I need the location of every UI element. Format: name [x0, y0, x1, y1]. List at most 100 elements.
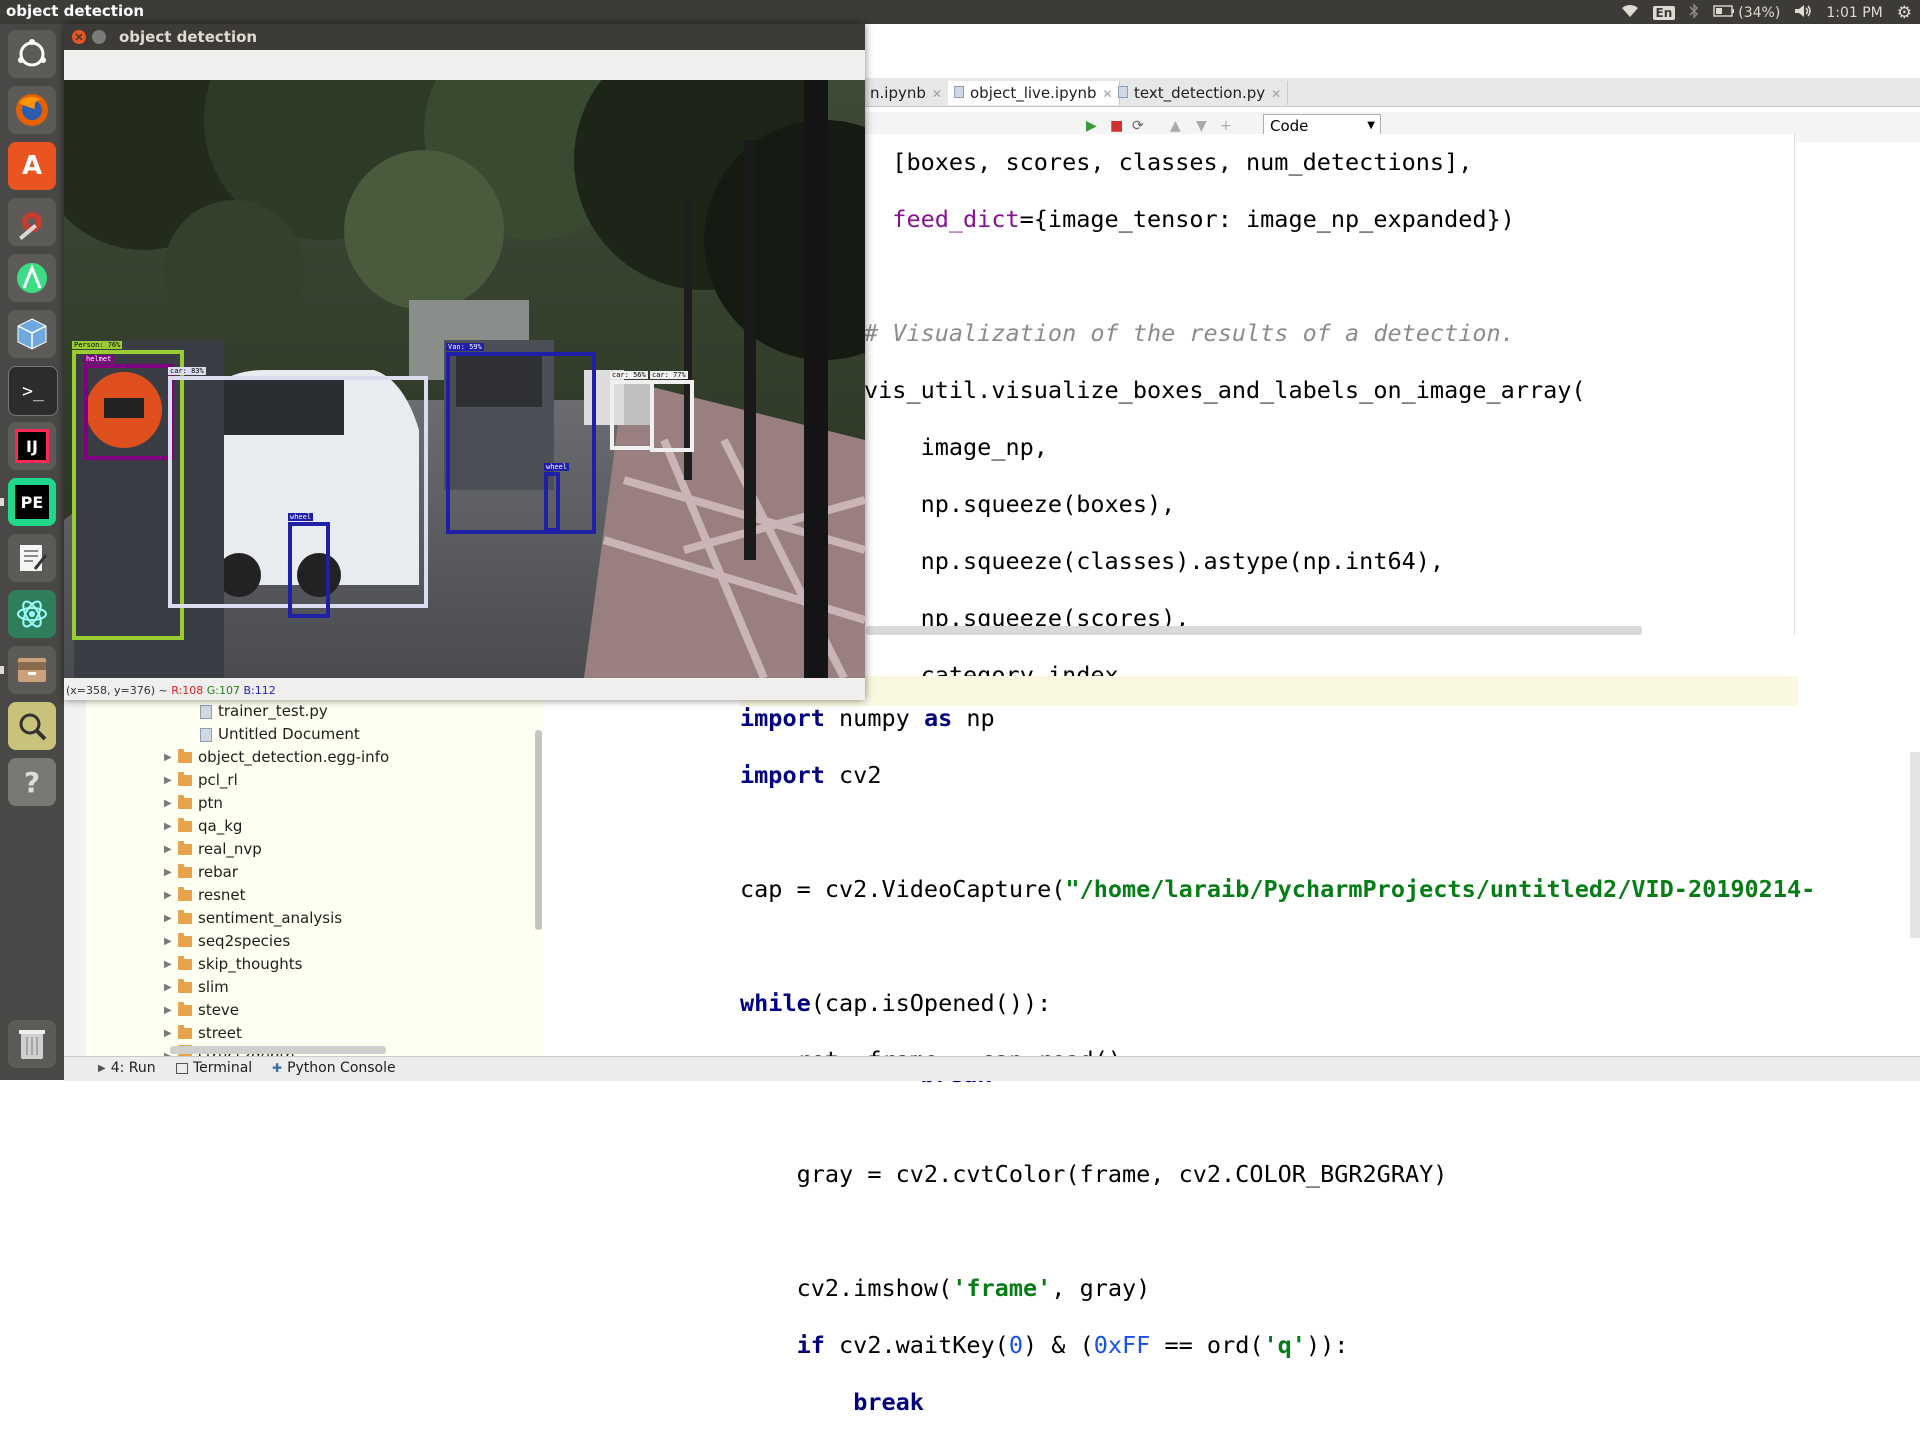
close-window-button[interactable]	[72, 30, 86, 44]
chevron-right-icon[interactable]: ▶	[164, 976, 178, 999]
tree-vertical-scrollbar[interactable]	[535, 730, 542, 930]
pixel-green: G:107	[206, 684, 240, 697]
close-icon[interactable]: ✕	[932, 87, 942, 101]
code-cell-1[interactable]: [boxes, scores, classes, num_detections]…	[864, 134, 1795, 1088]
detection-label-helmet: helmet	[84, 355, 114, 363]
cell-type-select[interactable]: Code ▼	[1263, 114, 1381, 136]
bluetooth-icon[interactable]	[1689, 3, 1699, 23]
tab-label: n.ipynb	[870, 84, 926, 102]
help-icon[interactable]: ?	[8, 758, 56, 806]
text-editor-icon[interactable]	[8, 534, 56, 582]
tree-item-folder[interactable]: ▶ seq2species	[164, 930, 290, 953]
tree-horizontal-scrollbar[interactable]	[170, 1046, 386, 1054]
detection-box-van	[446, 352, 596, 534]
vertical-scrollbar[interactable]	[1910, 752, 1920, 938]
chevron-right-icon[interactable]: ▶	[164, 746, 178, 769]
battery-indicator[interactable]: (34%)	[1713, 5, 1780, 21]
tree-item-folder[interactable]: ▶ real_nvp	[164, 838, 262, 861]
tree-item-folder[interactable]: ▶ resnet	[164, 884, 246, 907]
tree-item-label: steve	[198, 1001, 240, 1019]
tab-notebook[interactable]: n.ipynb ✕	[864, 81, 949, 105]
tree-item-folder[interactable]: ▶ street	[164, 1022, 242, 1045]
cursor-coords: (x=358, y=376) ~	[66, 684, 168, 697]
top-panel: object detection En (34%) 1:01 PM ⚙	[0, 0, 1920, 24]
folder-icon	[178, 772, 192, 786]
minimize-window-button[interactable]	[92, 30, 106, 44]
chevron-right-icon[interactable]: ▶	[164, 930, 178, 953]
chevron-right-icon[interactable]: ▶	[164, 769, 178, 792]
chevron-right-icon[interactable]: ▶	[164, 861, 178, 884]
folder-icon	[178, 749, 192, 763]
tab-object-live[interactable]: object_live.ipynb ✕	[948, 81, 1120, 105]
tree-item-folder[interactable]: ▶ sentiment_analysis	[164, 907, 342, 930]
tree-item-file[interactable]: Untitled Document	[200, 723, 360, 746]
chevron-right-icon[interactable]: ▶	[164, 999, 178, 1022]
move-up-icon[interactable]: ▲	[1170, 118, 1181, 134]
intellij-icon[interactable]: IJ	[8, 422, 56, 470]
move-down-icon[interactable]: ▼	[1196, 118, 1207, 134]
software-center-icon[interactable]: A	[8, 142, 56, 190]
settings-icon[interactable]	[8, 198, 56, 246]
tree-item-folder[interactable]: ▶ skip_thoughts	[164, 953, 303, 976]
volume-icon[interactable]	[1794, 4, 1812, 22]
image-viewer-icon[interactable]	[8, 702, 56, 750]
chevron-right-icon[interactable]: ▶	[164, 884, 178, 907]
detection-box-wheel	[288, 522, 330, 618]
horizontal-scrollbar[interactable]	[866, 626, 1642, 635]
tree-item-folder[interactable]: ▶ slim	[164, 976, 229, 999]
wifi-icon[interactable]	[1621, 4, 1639, 22]
run-tool-button[interactable]: ▶ 4: Run	[98, 1060, 156, 1076]
detection-label-wheel: wheel	[288, 513, 314, 521]
tree-item-folder[interactable]: ▶ object_detection.egg-info	[164, 746, 389, 769]
add-cell-icon[interactable]: +	[1220, 118, 1232, 134]
tool-window-gutter	[64, 700, 87, 1056]
editor-tab-bar: n.ipynb ✕ object_live.ipynb ✕ text_detecti…	[864, 78, 1920, 107]
chevron-right-icon[interactable]: ▶	[164, 792, 178, 815]
tree-item-folder[interactable]: ▶ pcl_rl	[164, 769, 238, 792]
video-frame[interactable]: Person: 76% helmet car: 83% wheel Van: 5…	[64, 80, 865, 678]
cell-type-value: Code	[1270, 117, 1309, 135]
android-studio-icon[interactable]	[8, 254, 56, 302]
restart-kernel-icon[interactable]: ⟳	[1132, 118, 1144, 134]
tab-label: object_live.ipynb	[970, 84, 1097, 102]
close-icon[interactable]: ✕	[1271, 87, 1281, 101]
tree-item-folder[interactable]: ▶ rebar	[164, 861, 238, 884]
keyboard-layout-indicator[interactable]: En	[1652, 6, 1676, 20]
chevron-right-icon[interactable]: ▶	[164, 907, 178, 930]
tree-item-label: real_nvp	[198, 840, 262, 858]
tab-label: text_detection.py	[1134, 84, 1266, 102]
detection-label-car: car: 83%	[168, 367, 206, 375]
window-title: object detection	[119, 28, 258, 46]
launcher: A >_ IJ PE ?	[0, 24, 64, 1080]
files-running-indicator	[0, 666, 4, 674]
chevron-right-icon[interactable]: ▶	[164, 815, 178, 838]
chevron-right-icon[interactable]: ▶	[164, 1022, 178, 1045]
dash-icon[interactable]	[8, 30, 56, 78]
pycharm-running-indicator	[0, 498, 4, 506]
terminal-icon[interactable]: >_	[8, 366, 58, 416]
folder-icon	[178, 864, 192, 878]
run-cell-icon[interactable]: ▶	[1086, 118, 1097, 134]
python-console-tool-button[interactable]: ✚ Python Console	[272, 1060, 396, 1076]
clock[interactable]: 1:01 PM	[1826, 5, 1882, 21]
firefox-icon[interactable]	[8, 86, 56, 134]
window-titlebar[interactable]: object detection	[64, 24, 865, 50]
files-icon[interactable]	[8, 646, 56, 694]
gear-icon[interactable]: ⚙	[1897, 3, 1912, 23]
detection-label-van: Van: 59%	[446, 343, 484, 351]
virtualbox-icon[interactable]	[8, 310, 56, 358]
tree-item-folder[interactable]: ▶ steve	[164, 999, 239, 1022]
terminal-tool-button[interactable]: Terminal	[176, 1060, 252, 1076]
stop-icon[interactable]: ■	[1110, 118, 1123, 134]
tree-item-label: street	[198, 1024, 242, 1042]
tab-text-detection[interactable]: text_detection.py ✕	[1112, 81, 1289, 105]
tree-item-label: Untitled Document	[218, 725, 360, 743]
chevron-right-icon[interactable]: ▶	[164, 953, 178, 976]
tree-item-folder[interactable]: ▶ ptn	[164, 792, 223, 815]
tree-item-file[interactable]: trainer_test.py	[200, 700, 328, 723]
tree-item-folder[interactable]: ▶ qa_kg	[164, 815, 242, 838]
pycharm-icon[interactable]: PE	[8, 478, 56, 526]
atom-icon[interactable]	[8, 590, 56, 638]
chevron-right-icon[interactable]: ▶	[164, 838, 178, 861]
trash-icon[interactable]	[8, 1020, 56, 1068]
